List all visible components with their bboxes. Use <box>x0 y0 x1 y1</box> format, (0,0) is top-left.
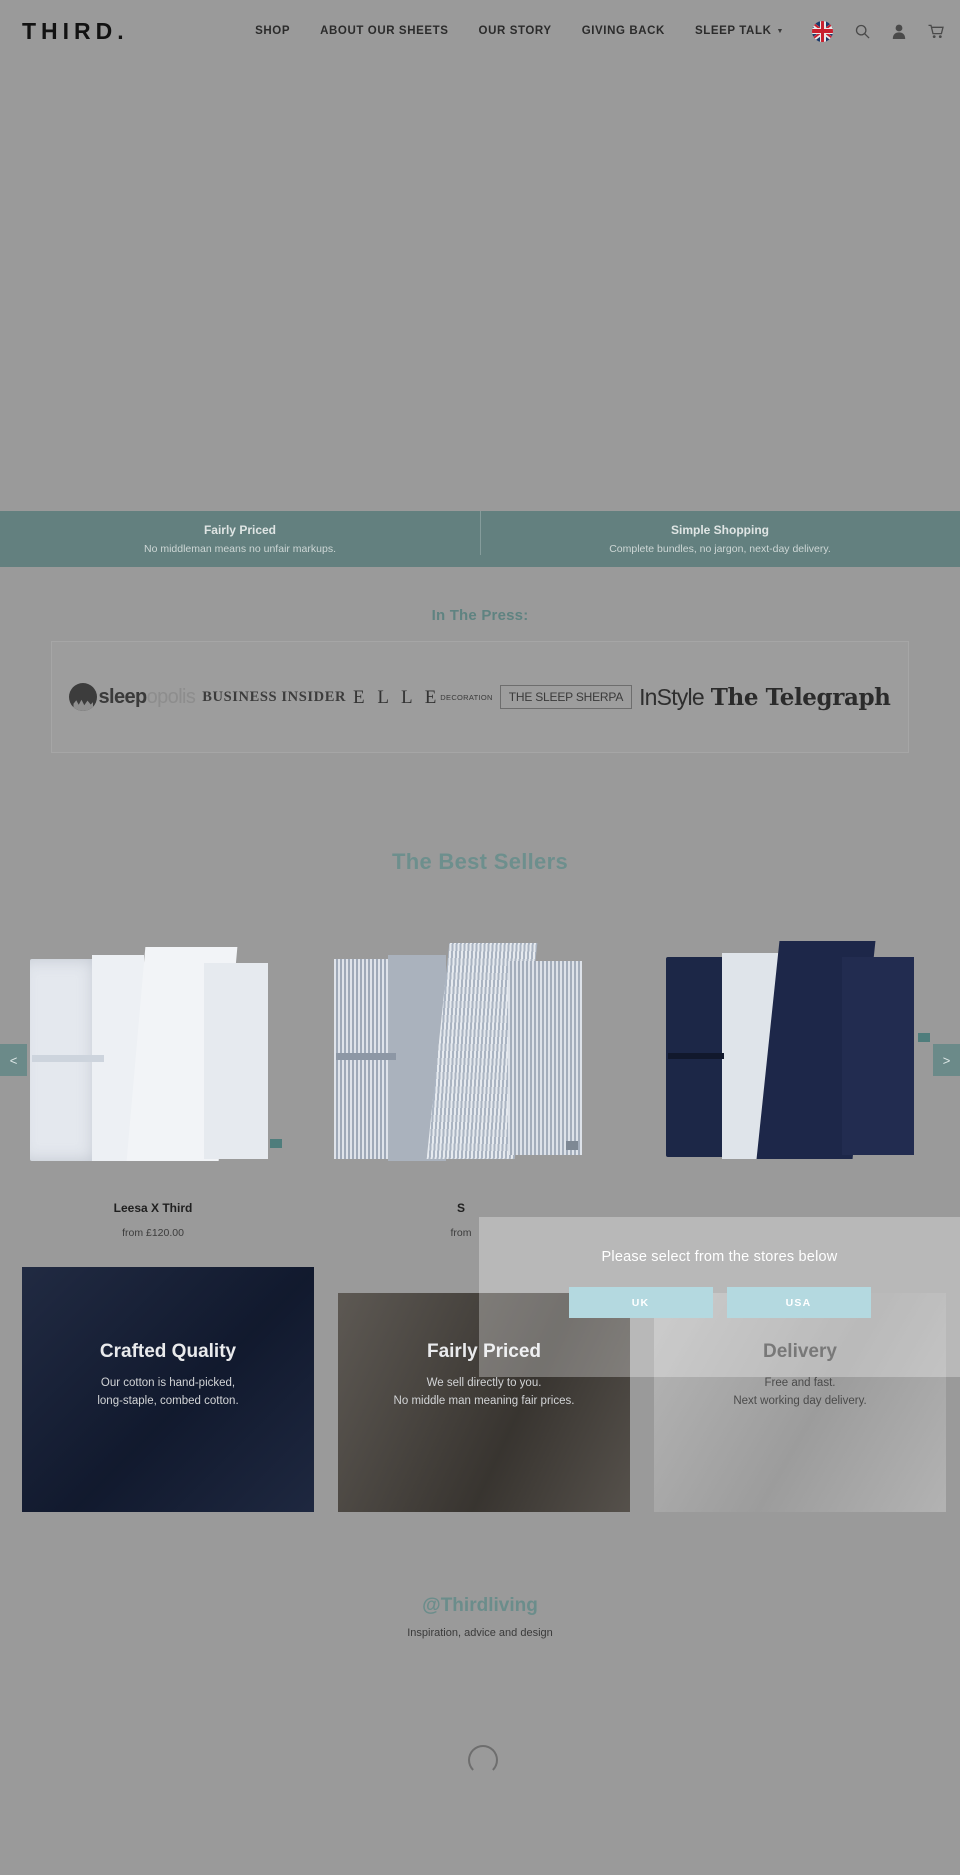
instagram-handle[interactable]: @Thirdliving <box>0 1595 960 1617</box>
user-account-icon[interactable] <box>892 24 906 39</box>
nav-item-about-our-sheets[interactable]: ABOUT OUR SHEETS <box>320 25 448 37</box>
feature-card-crafted-quality[interactable]: Crafted Quality Our cotton is hand-picke… <box>22 1267 314 1512</box>
shopping-cart-icon[interactable] <box>928 24 944 39</box>
value-column-simple-shopping: Simple Shopping Complete bundles, no jar… <box>480 511 960 555</box>
product-image <box>18 935 288 1165</box>
product-title: Leesa X Third <box>113 1201 193 1215</box>
nav-item-shop[interactable]: SHOP <box>255 25 290 37</box>
nav-item-giving-back-label: GIVING BACK <box>581 25 665 37</box>
product-card[interactable]: S from <box>326 935 596 1239</box>
instagram-subtitle: Inspiration, advice and design <box>407 1627 553 1639</box>
press-logo-business-insider[interactable]: BUSINESS INSIDER <box>202 689 346 706</box>
product-card[interactable] <box>656 935 930 1201</box>
nav-item-giving-back[interactable]: GIVING BACK <box>582 25 665 37</box>
store-selector-modal: Please select from the stores below UK U… <box>479 1217 960 1377</box>
chevron-down-icon: ▼ <box>776 27 784 35</box>
feature-card-title: Crafted Quality <box>99 1341 237 1362</box>
carousel-next-button[interactable]: > <box>933 1044 960 1076</box>
store-usa-button[interactable]: USA <box>726 1287 871 1318</box>
feature-card-line-1: We sell directly to you. <box>426 1377 542 1389</box>
carousel-prev-button[interactable]: < <box>0 1044 27 1076</box>
main-navigation: SHOP ABOUT OUR SHEETS OUR STORY GIVING B… <box>255 25 784 37</box>
nav-item-sleep-talk-label: SLEEP TALK <box>694 25 772 37</box>
value-subtitle: No middleman means no unfair markups. <box>143 543 336 555</box>
feature-card-line-2: Next working day delivery. <box>733 1394 867 1407</box>
site-logo[interactable]: THIRD. <box>22 18 129 45</box>
press-logo-sleepopolis[interactable]: sleepopolis <box>69 683 196 711</box>
nav-item-about-our-sheets-label: ABOUT OUR SHEETS <box>320 25 449 37</box>
press-logo-the-sleep-sherpa[interactable]: THE SLEEP SHERPA <box>499 685 633 709</box>
value-column-fairly-priced: Fairly Priced No middleman means no unfa… <box>0 523 480 555</box>
uk-flag-icon[interactable] <box>812 20 833 42</box>
product-image <box>326 935 596 1165</box>
product-tag-icon <box>566 1141 578 1150</box>
store-selector-title: Please select from the stores below <box>601 1249 838 1265</box>
product-image <box>656 935 930 1165</box>
nav-item-sleep-talk[interactable]: SLEEP TALK ▼ <box>695 25 784 37</box>
sleepopolis-mark-icon <box>69 683 98 711</box>
loading-spinner-icon <box>468 1745 498 1775</box>
feature-card-line-2: No middle man meaning fair prices. <box>393 1394 575 1407</box>
value-subtitle: Complete bundles, no jargon, next-day de… <box>609 543 831 555</box>
press-logo-strip: sleepopolis BUSINESS INSIDER E L L E DEC… <box>51 641 909 753</box>
press-logo-elle-bottom: DECORATION <box>440 692 493 702</box>
store-uk-button[interactable]: UK <box>568 1287 713 1318</box>
header-icon-group <box>812 20 944 42</box>
press-logo-elle-top: E L L E <box>353 687 441 708</box>
press-logo-instyle[interactable]: InStyle <box>639 684 705 711</box>
feature-card-line-1: Free and fast. <box>764 1377 836 1389</box>
feature-card-line-2: long-staple, combed cotton. <box>97 1394 239 1407</box>
nav-item-our-story[interactable]: OUR STORY <box>479 25 552 37</box>
best-sellers-heading: The Best Sellers <box>392 849 568 874</box>
site-header: THIRD. SHOP ABOUT OUR SHEETS OUR STORY G… <box>0 0 960 62</box>
page-root: THIRD. SHOP ABOUT OUR SHEETS OUR STORY G… <box>0 0 960 1875</box>
press-logo-the-telegraph[interactable]: The Telegraph <box>711 684 891 711</box>
hero-banner <box>0 62 960 511</box>
best-sellers-carousel: Leesa X Third from £120.00 S from <box>0 935 960 1239</box>
search-icon[interactable] <box>855 24 870 39</box>
product-tag-icon <box>918 1033 930 1042</box>
press-logo-sleepopolis-label: sleepopolis <box>98 685 196 708</box>
value-title: Fairly Priced <box>203 523 277 537</box>
value-title: Simple Shopping <box>671 523 769 537</box>
product-card[interactable]: Leesa X Third from £120.00 <box>18 935 288 1239</box>
press-section-heading: In The Press: <box>431 607 529 624</box>
store-selector-buttons: UK USA <box>568 1287 871 1318</box>
press-logo-elle-decoration[interactable]: E L L E DECORATION <box>353 687 493 707</box>
product-title: S <box>456 1201 465 1215</box>
nav-item-shop-label: SHOP <box>255 25 291 37</box>
feature-card-line-1: Our cotton is hand-picked, <box>100 1377 236 1389</box>
product-tag-icon <box>270 1139 282 1148</box>
value-proposition-bar: Fairly Priced No middleman means no unfa… <box>0 511 960 567</box>
nav-item-our-story-label: OUR STORY <box>478 25 552 37</box>
product-price: from £120.00 <box>122 1227 184 1239</box>
